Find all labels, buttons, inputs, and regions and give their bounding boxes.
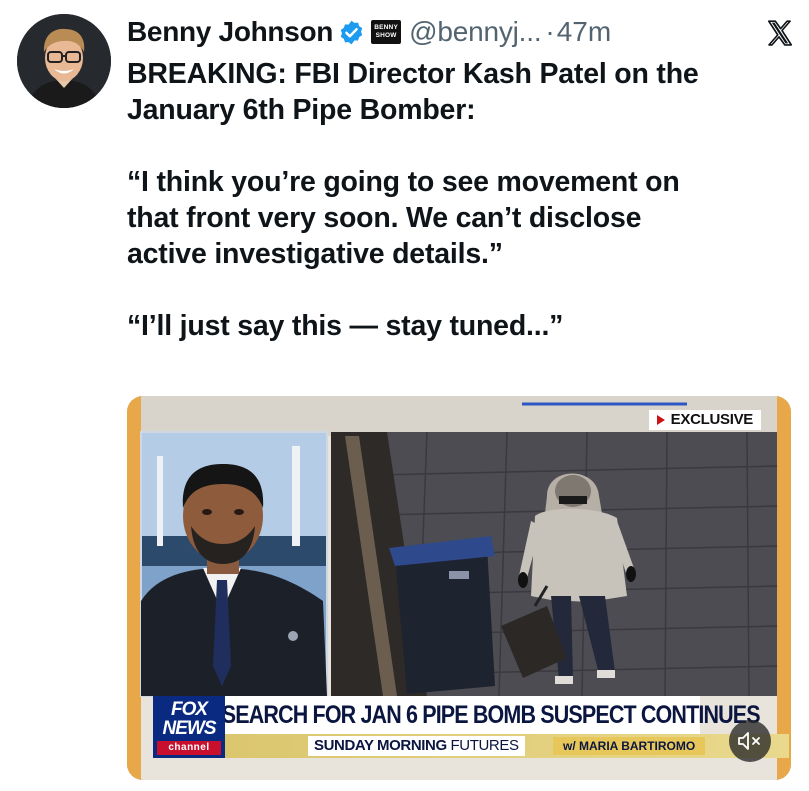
mute-button[interactable] <box>729 720 771 762</box>
separator-dot: · <box>545 16 555 47</box>
text-gap <box>127 272 787 308</box>
text-line: January 6th Pipe Bomber: <box>127 94 476 126</box>
exclusive-label: EXCLUSIVE <box>648 410 761 430</box>
video-player[interactable]: EXCLUSIVE SEARCH FOR JAN 6 PIPE BOMB SUS… <box>127 396 791 780</box>
play-triangle-icon <box>656 415 665 425</box>
text-line: “I think you’re going to see movement on <box>127 166 680 198</box>
post-header: Benny Johnson BENNY SHOW @bennyj... · 47… <box>127 8 797 56</box>
text-line: BREAKING: FBI Director Kash Patel on the <box>127 58 699 90</box>
author-avatar[interactable] <box>17 14 111 108</box>
show-host: w/ MARIA BARTIROMO <box>553 737 706 755</box>
text-line: that front very soon. We can’t disclose <box>127 202 642 234</box>
speaker-muted-icon <box>738 732 760 750</box>
text-gap <box>127 128 787 164</box>
text-line: “I’ll just say this — stay tuned...” <box>127 310 564 342</box>
author-name[interactable]: Benny Johnson <box>127 16 333 48</box>
post-text: BREAKING: FBI Director Kash Patel on the… <box>127 56 787 344</box>
x-logo-icon[interactable] <box>765 18 795 48</box>
fox-news-logo: FOX NEWS channel <box>153 696 225 758</box>
benny-show-badge: BENNY SHOW <box>371 20 402 44</box>
news-chyron: SEARCH FOR JAN 6 PIPE BOMB SUSPECT CONTI… <box>153 696 761 734</box>
post-time[interactable]: 47m <box>557 16 611 48</box>
text-line: active investigative details.” <box>127 238 503 270</box>
show-subbar: SUNDAY MORNING FUTURES w/ MARIA BARTIROM… <box>153 734 789 758</box>
show-name: SUNDAY MORNING FUTURES <box>308 736 525 756</box>
verified-badge-icon <box>340 20 363 44</box>
avatar-portrait <box>17 14 111 108</box>
author-handle[interactable]: @bennyj... <box>409 16 541 48</box>
